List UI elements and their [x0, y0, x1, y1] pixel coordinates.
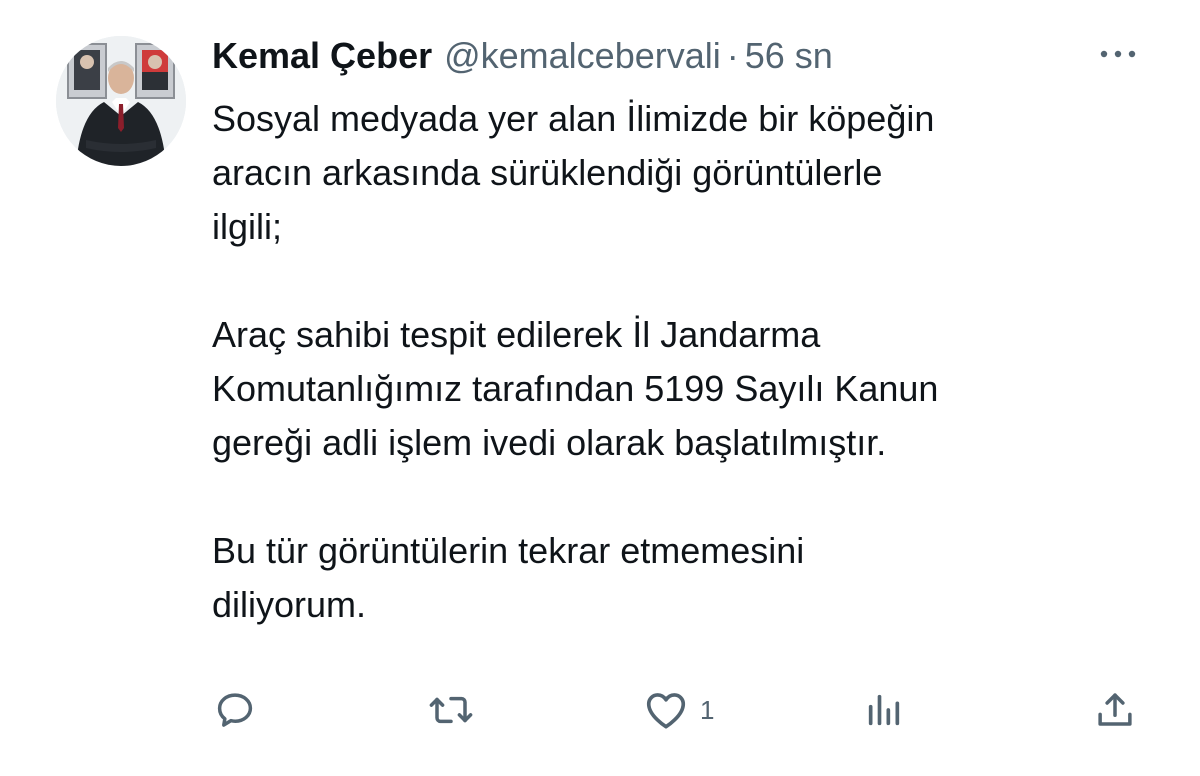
like-button[interactable]: 1	[644, 682, 714, 738]
text-line: aracın arkasında sürüklendiği görüntüler…	[212, 152, 883, 193]
paragraph-1: Sosyal medyada yer alan İlimizde bir köp…	[212, 92, 1172, 254]
retweet-icon	[429, 696, 473, 724]
heart-icon	[646, 693, 686, 729]
action-bar: 1	[0, 682, 1200, 738]
tweet-text: Sosyal medyada yer alan İlimizde bir köp…	[212, 92, 1172, 632]
timestamp[interactable]: 56 sn	[745, 34, 833, 78]
analytics-icon	[868, 694, 900, 726]
text-line: ilgili;	[212, 206, 283, 247]
avatar-photo	[56, 36, 186, 166]
tweet: Kemal Çeber @kemalcebervali · 56 sn Sosy…	[0, 0, 1200, 776]
views-button[interactable]	[864, 682, 904, 738]
text-line: Sosyal medyada yer alan İlimizde bir köp…	[212, 98, 935, 139]
tweet-header: Kemal Çeber @kemalcebervali · 56 sn	[212, 34, 833, 78]
text-line: Bu tür görüntülerin tekrar etmemesini	[212, 530, 805, 571]
avatar[interactable]	[56, 36, 186, 166]
text-line: Komutanlığımız tarafından 5199 Sayılı Ka…	[212, 368, 939, 409]
text-line: diliyorum.	[212, 584, 367, 625]
share-icon	[1098, 693, 1132, 726]
more-options-button[interactable]	[1096, 42, 1140, 66]
text-line: gereği adli işlem ivedi olarak başlatılm…	[212, 422, 887, 463]
author-name[interactable]: Kemal Çeber	[212, 34, 432, 78]
retweet-button[interactable]	[428, 682, 474, 738]
paragraph-3: Bu tür görüntülerin tekrar etmemesini di…	[212, 524, 1172, 632]
share-button[interactable]	[1094, 682, 1136, 738]
like-count: 1	[700, 694, 715, 725]
more-icon	[1100, 50, 1136, 58]
reply-icon	[217, 693, 253, 727]
reply-button[interactable]	[214, 682, 256, 738]
author-handle[interactable]: @kemalcebervali	[444, 34, 721, 78]
text-line: Araç sahibi tespit edilerek İl Jandarma	[212, 314, 821, 355]
paragraph-2: Araç sahibi tespit edilerek İl Jandarma …	[212, 308, 1172, 470]
separator-dot: ·	[726, 35, 739, 76]
